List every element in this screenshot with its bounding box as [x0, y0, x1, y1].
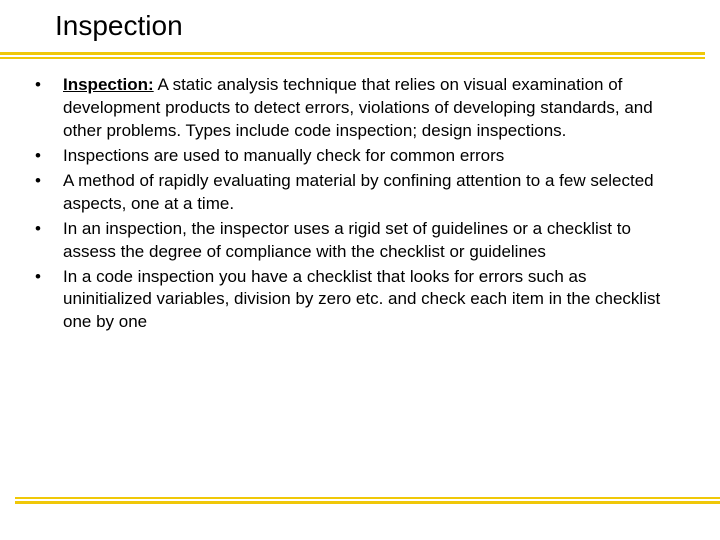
divider-top [0, 52, 705, 60]
list-item: • Inspections are used to manually check… [35, 145, 680, 168]
bullet-text: Inspections are used to manually check f… [63, 145, 680, 168]
bullet-marker: • [35, 266, 63, 335]
bullet-text: Inspection: A static analysis technique … [63, 74, 680, 143]
title-area: Inspection [0, 0, 720, 42]
bullet-marker: • [35, 218, 63, 264]
bullet-text: In a code inspection you have a checklis… [63, 266, 680, 335]
divider-line [15, 497, 720, 499]
list-item: • A method of rapidly evaluating materia… [35, 170, 680, 216]
bullet-list: • Inspection: A static analysis techniqu… [35, 74, 680, 334]
bullet-marker: • [35, 170, 63, 216]
bullet-text: A method of rapidly evaluating material … [63, 170, 680, 216]
bullet-marker: • [35, 145, 63, 168]
divider-bottom [15, 497, 720, 505]
slide-container: Inspection • Inspection: A static analys… [0, 0, 720, 540]
slide-title: Inspection [55, 10, 720, 42]
content-area: • Inspection: A static analysis techniqu… [0, 42, 720, 334]
list-item: • Inspection: A static analysis techniqu… [35, 74, 680, 143]
list-item: • In an inspection, the inspector uses a… [35, 218, 680, 264]
bold-definition-term: Inspection: [63, 75, 154, 94]
list-item: • In a code inspection you have a checkl… [35, 266, 680, 335]
divider-line [15, 501, 720, 504]
divider-line [0, 52, 705, 55]
divider-line [0, 57, 705, 59]
bullet-marker: • [35, 74, 63, 143]
bullet-text: In an inspection, the inspector uses a r… [63, 218, 680, 264]
